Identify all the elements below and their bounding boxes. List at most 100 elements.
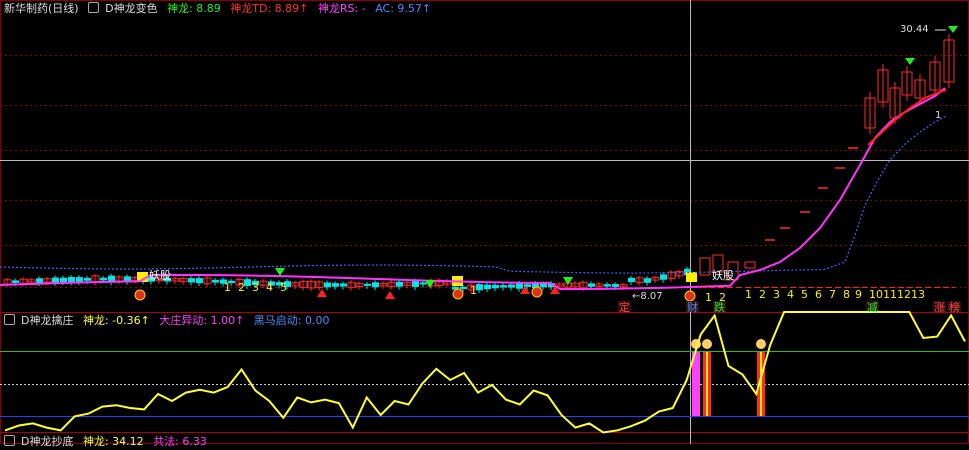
- candle-body[interactable]: [332, 283, 339, 287]
- count-number: 11: [883, 288, 897, 301]
- indicator-title[interactable]: D神龙擒庄: [21, 314, 73, 327]
- demon-label-2: 妖股: [712, 268, 734, 282]
- candle-body[interactable]: [420, 282, 427, 285]
- ind-value-dazhuang: 大庄异动: 1.00↑: [159, 314, 245, 327]
- candle-body[interactable]: [396, 281, 403, 287]
- candle-body[interactable]: [324, 282, 331, 288]
- high-price-label: 30.44: [900, 24, 929, 35]
- signal-tag-text: 榜: [949, 300, 960, 314]
- shenlong-ma-line: [0, 87, 946, 290]
- demon-label: 妖股: [149, 268, 171, 282]
- candlesticks[interactable]: [3, 34, 955, 294]
- signal-tag-text: 财: [687, 300, 698, 314]
- indicator-yellow-line: [4, 311, 966, 434]
- signal-coin-icon: [531, 286, 543, 298]
- chart-canvas[interactable]: 30.441←8.07妖股 妖股1 2 3 4 5 11 2 1 2 3 4 5 6 7 8 9 10 11 12 13…: [0, 0, 969, 444]
- count-number: 13: [911, 288, 925, 301]
- indicator-header: D神龙擒庄 神龙: -0.36↑ 大庄异动: 1.00↑ 黑马启动: 0.00: [4, 313, 336, 329]
- indicator-spikes: [691, 339, 766, 416]
- low-price-label: ←8.07: [632, 291, 663, 302]
- candle-body[interactable]: [76, 277, 83, 282]
- count-number: 8: [843, 288, 850, 301]
- candle-body[interactable]: [212, 279, 219, 283]
- count-number: 1: [470, 284, 477, 297]
- value-shenlong-td: 神龙TD: 8.89↑: [230, 2, 309, 15]
- signal-coin-icon: [452, 288, 464, 300]
- down-triangle-icon: [275, 268, 285, 276]
- candle-body[interactable]: [508, 284, 515, 288]
- chart-texts: 30.441←8.07妖股 妖股1 2 3 4 5 11 2 1 2 3 4 5 6 7 8 9 10 11 12 13…: [149, 24, 960, 314]
- candle-body[interactable]: [52, 277, 59, 283]
- candle-body[interactable]: [460, 286, 467, 290]
- ac-trail-line: [0, 115, 947, 274]
- count-number: 3: [252, 281, 259, 294]
- candle-body[interactable]: [100, 277, 107, 281]
- count-number: 1: [224, 281, 231, 294]
- down-triangle-icon: [905, 58, 915, 65]
- signal-tag-text: 减: [867, 301, 878, 314]
- signal-coin-icon: [684, 290, 696, 302]
- candle-body[interactable]: [588, 283, 595, 287]
- ind-value-heima: 黑马启动: 0.00: [253, 314, 330, 327]
- candle-body[interactable]: [484, 284, 491, 290]
- signal-tag-text: 定: [619, 300, 630, 314]
- candle-body[interactable]: [188, 278, 195, 283]
- price-grid: [0, 55, 969, 288]
- signal-tag-text: 涨: [934, 301, 945, 314]
- sub-indicator-header: D神龙抄底 神龙: 34.12 共法: 6.33: [4, 434, 213, 450]
- sub-title[interactable]: D神龙抄底: [21, 435, 73, 448]
- marker-label: 1: [935, 110, 941, 121]
- candle-body[interactable]: [604, 284, 611, 287]
- count-number: 9: [855, 288, 862, 301]
- signal-marks: [134, 26, 961, 312]
- signal-coin-icon: [134, 289, 146, 301]
- candle-body[interactable]: [612, 284, 619, 287]
- candle-body[interactable]: [60, 277, 67, 283]
- count-number: 10: [869, 288, 883, 301]
- candle-body[interactable]: [68, 276, 75, 283]
- spike-head-icon: [756, 339, 766, 349]
- indicator-spike-core: [760, 352, 762, 416]
- candle-body[interactable]: [492, 284, 499, 289]
- candle-body[interactable]: [36, 278, 43, 284]
- count-number: 2: [759, 288, 766, 301]
- settings-icon[interactable]: [88, 2, 100, 13]
- count-number: 6: [815, 288, 822, 301]
- count-number: 2: [238, 281, 245, 294]
- signal-box: [686, 272, 697, 282]
- candle-body[interactable]: [660, 274, 667, 280]
- candle-body[interactable]: [244, 279, 251, 286]
- count-number: 5: [801, 288, 808, 301]
- value-shenlong-rs: 神龙RS: -: [317, 2, 366, 15]
- candle-body[interactable]: [364, 283, 371, 286]
- candle-body[interactable]: [412, 280, 419, 287]
- candle-body[interactable]: [744, 261, 756, 269]
- count-number: 5: [280, 281, 287, 294]
- indicator-name[interactable]: D神龙变色: [105, 2, 157, 15]
- candle-body[interactable]: [196, 278, 203, 284]
- count-number: 4: [266, 281, 273, 294]
- sub-value-2: 共法: 6.33: [153, 435, 207, 448]
- candle-body[interactable]: [628, 277, 635, 283]
- signal-tag-text: 跌: [714, 300, 725, 314]
- candle-body[interactable]: [84, 277, 91, 281]
- candle-body[interactable]: [12, 280, 19, 283]
- candle-body[interactable]: [372, 282, 379, 288]
- sub-value-1: 神龙: 34.12: [82, 435, 144, 448]
- candle-body[interactable]: [340, 283, 347, 287]
- count-number: 3: [773, 288, 780, 301]
- candle-body[interactable]: [500, 285, 507, 288]
- main-chart-header: 新华制药(日线) D神龙变色 神龙: 8.89 神龙TD: 8.89↑ 神龙RS…: [4, 1, 437, 17]
- up-triangle-icon: [385, 291, 395, 299]
- candle-body[interactable]: [644, 278, 651, 283]
- count-number: 7: [829, 288, 836, 301]
- spike-head-icon: [702, 339, 712, 349]
- stock-name[interactable]: 新华制药(日线): [4, 2, 79, 15]
- settings-icon[interactable]: [4, 314, 15, 325]
- down-triangle-icon: [948, 26, 958, 33]
- count-number: 1: [745, 288, 752, 301]
- count-number: 1: [705, 291, 712, 304]
- candle-body[interactable]: [476, 284, 483, 291]
- ind-value-shenlong: 神龙: -0.36↑: [82, 314, 150, 327]
- settings-icon[interactable]: [4, 435, 15, 446]
